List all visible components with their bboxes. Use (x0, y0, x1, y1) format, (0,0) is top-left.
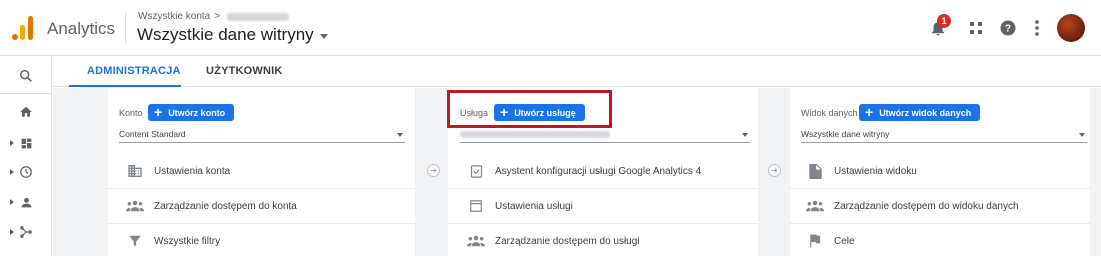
people-icon (806, 197, 824, 215)
account-column: Konto + Utwórz konto Content Standard Us… (108, 88, 415, 256)
property-selector[interactable] (460, 126, 750, 143)
breadcrumb-all-accounts[interactable]: Wszystkie konta (138, 11, 210, 22)
account-selected-value: Content Standard (119, 129, 186, 139)
arrow-right-circle-icon: ➔ (427, 164, 440, 177)
rail-divider (0, 93, 52, 94)
ga4-setup-assistant-item[interactable]: Asystent konfiguracji usługi Google Anal… (467, 154, 701, 188)
plus-icon: + (865, 104, 874, 120)
all-filters-item[interactable]: Wszystkie filtry (126, 224, 220, 256)
filter-icon (126, 232, 144, 250)
create-view-label: Utwórz widok danych (879, 107, 972, 118)
view-column: Widok danych + Utwórz widok danych Wszys… (790, 88, 1090, 256)
home-icon[interactable] (0, 97, 52, 127)
app-name: Analytics (47, 19, 116, 38)
view-selector[interactable]: Wszystkie dane witryny (137, 25, 328, 45)
view-label: Widok danych (801, 108, 858, 118)
account-access-management-label: Zarządzanie dostępem do konta (154, 200, 297, 212)
building-icon (126, 162, 144, 180)
dropdown-arrow-icon (742, 133, 748, 137)
more-vert-icon[interactable] (1025, 16, 1049, 40)
property-settings-item[interactable]: Ustawienia usługi (467, 189, 573, 223)
property-access-management-item[interactable]: Zarządzanie dostępem do usługi (467, 224, 640, 256)
arrow-right-circle-icon: ➔ (768, 164, 781, 177)
account-label: Konto (119, 108, 143, 118)
checklist-icon (467, 162, 485, 180)
create-account-button[interactable]: + Utwórz konto (148, 104, 235, 121)
chevron-down-icon (319, 33, 328, 39)
dropdown-arrow-icon (1079, 133, 1085, 137)
document-icon (806, 162, 824, 180)
people-icon (126, 197, 144, 215)
view-access-management-item[interactable]: Zarządzanie dostępem do widoku danych (806, 189, 1019, 223)
audience-person-icon[interactable] (0, 187, 52, 217)
window-icon (467, 197, 485, 215)
flag-icon (806, 232, 824, 250)
search-icon[interactable] (0, 61, 52, 91)
analytics-logo-icon[interactable] (12, 16, 34, 40)
property-selected-redacted (460, 130, 610, 138)
active-tab-indicator (69, 85, 181, 87)
svg-text:?: ? (1005, 23, 1011, 34)
tab-user[interactable]: UŻYTKOWNIK (206, 65, 283, 77)
avatar[interactable] (1057, 14, 1085, 42)
admin-tabs: ADMINISTRACJA UŻYTKOWNIK (53, 57, 1101, 87)
account-settings-label: Ustawienia konta (154, 165, 231, 177)
view-settings-label: Ustawienia widoku (834, 165, 917, 177)
help-icon[interactable]: ? (996, 16, 1020, 40)
apps-grid-icon[interactable] (964, 16, 988, 40)
view-access-management-label: Zarządzanie dostępem do widoku danych (834, 200, 1019, 212)
header-divider (125, 12, 126, 44)
notification-count-badge: 1 (937, 14, 951, 28)
property-settings-label: Ustawienia usługi (495, 200, 573, 212)
top-bar: Analytics Wszystkie konta > Wszystkie da… (0, 0, 1101, 56)
breadcrumb[interactable]: Wszystkie konta > (138, 11, 290, 22)
goals-label: Cele (834, 235, 855, 247)
create-account-label: Utwórz konto (168, 107, 226, 118)
breadcrumb-account-redacted (227, 12, 290, 21)
view-settings-item[interactable]: Ustawienia widoku (806, 154, 917, 188)
goals-item[interactable]: Cele (806, 224, 855, 256)
account-settings-item[interactable]: Ustawienia konta (126, 154, 230, 188)
view-title: Wszystkie dane witryny (137, 25, 314, 44)
account-selector[interactable]: Content Standard (119, 126, 405, 143)
ga4-setup-assistant-label: Asystent konfiguracji usługi Google Anal… (495, 165, 702, 177)
tab-administration[interactable]: ADMINISTRACJA (87, 65, 181, 77)
account-access-management-item[interactable]: Zarządzanie dostępem do konta (126, 189, 297, 223)
plus-icon: + (154, 104, 163, 120)
annotation-highlight-box (447, 90, 612, 128)
left-nav-rail (0, 57, 52, 256)
realtime-clock-icon[interactable] (0, 157, 52, 187)
create-view-button[interactable]: + Utwórz widok danych (859, 104, 981, 121)
property-access-management-label: Zarządzanie dostępem do usługi (495, 235, 640, 247)
customization-dashboard-icon[interactable] (0, 128, 52, 158)
all-filters-label: Wszystkie filtry (154, 235, 221, 247)
breadcrumb-separator: > (214, 11, 221, 22)
people-icon (467, 232, 485, 250)
view-selected-value: Wszystkie dane witryny (801, 129, 890, 139)
acquisition-icon[interactable] (0, 217, 52, 247)
view-selector[interactable]: Wszystkie dane witryny (801, 126, 1087, 143)
dropdown-arrow-icon (397, 133, 403, 137)
